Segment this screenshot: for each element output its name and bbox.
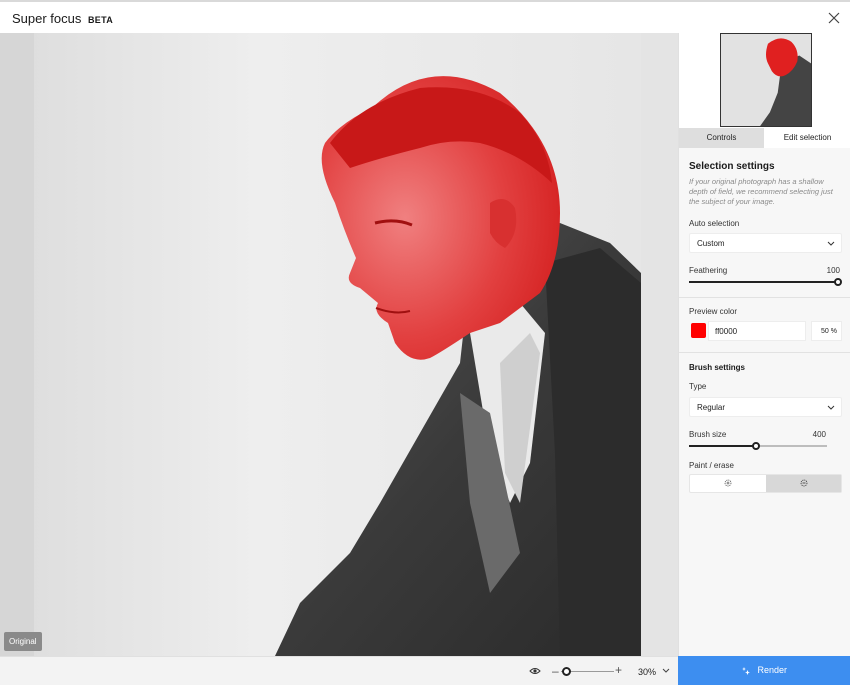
brush-type-dropdown[interactable]: Regular	[689, 397, 842, 417]
zoom-slider-thumb[interactable]	[562, 667, 571, 676]
paint-erase-toggle	[689, 474, 842, 493]
chevron-down-icon	[827, 405, 835, 410]
brush-size-slider-thumb[interactable]	[752, 442, 760, 450]
window-title: Super focus BETA	[12, 11, 113, 26]
brush-settings-title: Brush settings	[689, 363, 746, 372]
panel-tabs: Controls Edit selection	[679, 128, 850, 148]
auto-selection-dropdown[interactable]: Custom	[689, 233, 842, 253]
brush-erase-icon	[800, 479, 807, 487]
brush-type-label: Type	[689, 382, 707, 391]
window-title-text: Super focus	[12, 11, 82, 26]
sidebar-panel: Controls Edit selection Selection settin…	[678, 33, 850, 656]
close-icon[interactable]	[826, 10, 842, 26]
brush-type-value: Regular	[697, 403, 726, 412]
divider	[679, 352, 850, 353]
title-bar: Super focus BETA	[0, 0, 850, 33]
auto-selection-value: Custom	[697, 239, 725, 248]
feathering-label: Feathering	[689, 266, 728, 275]
feathering-value: 100	[826, 266, 840, 275]
paint-button[interactable]	[690, 475, 766, 492]
paint-erase-label: Paint / erase	[689, 461, 734, 470]
tab-edit-selection[interactable]: Edit selection	[764, 128, 850, 148]
render-button[interactable]: Render	[678, 656, 850, 685]
bottom-toolbar: – + 30%	[0, 656, 678, 685]
divider	[679, 297, 850, 298]
selection-settings-description: If your original photograph has a shallo…	[689, 177, 833, 206]
preview-opacity-unit: %	[830, 328, 837, 335]
zoom-level: 30%	[638, 667, 657, 677]
navigator-thumbnail[interactable]	[720, 33, 812, 127]
preview-opacity-value: 50	[821, 328, 829, 335]
preview-color-hex-input[interactable]: ff0000	[708, 321, 806, 341]
render-label: Render	[757, 665, 788, 675]
beta-badge: BETA	[88, 15, 114, 25]
photo-preview[interactable]	[0, 33, 641, 656]
preview-opacity-input[interactable]: 50 %	[811, 321, 842, 341]
image-canvas[interactable]: Original	[0, 33, 678, 656]
preview-color-swatch[interactable]	[691, 323, 706, 338]
chevron-down-icon[interactable]	[662, 668, 670, 674]
sparkle-icon	[741, 666, 750, 675]
brush-paint-icon	[724, 479, 732, 487]
selection-settings-title: Selection settings	[689, 161, 775, 172]
auto-selection-label: Auto selection	[689, 219, 740, 228]
original-toggle-badge[interactable]: Original	[4, 632, 42, 651]
feathering-slider-track[interactable]	[689, 281, 837, 283]
feathering-slider-thumb[interactable]	[834, 278, 842, 286]
preview-color-label: Preview color	[689, 307, 738, 316]
tab-controls[interactable]: Controls	[679, 128, 764, 148]
navigator	[679, 33, 850, 129]
brush-size-value: 400	[812, 430, 826, 439]
zoom-in-button[interactable]: +	[615, 663, 622, 677]
chevron-down-icon	[827, 241, 835, 246]
zoom-out-button[interactable]: –	[552, 664, 559, 678]
brush-size-slider-fill	[689, 445, 757, 447]
erase-button[interactable]	[766, 475, 841, 492]
brush-size-label: Brush size	[689, 430, 727, 439]
eye-icon[interactable]	[529, 666, 541, 676]
